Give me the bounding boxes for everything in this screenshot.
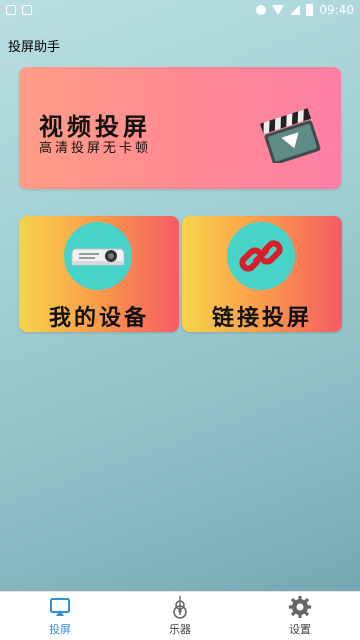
signal-icon [290, 5, 301, 15]
my-devices-tile[interactable]: 我的设备 [19, 216, 179, 332]
nav-item-cast[interactable]: 投屏 [20, 595, 100, 637]
nav-item-instruments[interactable]: 乐器 [140, 595, 220, 637]
clapperboard-icon [260, 108, 321, 163]
status-time: 09:40 [319, 3, 354, 17]
link-icon [239, 240, 283, 272]
my-devices-icon-circle [64, 222, 132, 290]
status-left [6, 5, 32, 15]
nav-label-instruments: 乐器 [169, 623, 191, 636]
cast-icon [50, 598, 70, 616]
video-cast-subtitle: 高清投屏无卡顿 [39, 141, 152, 156]
my-devices-label: 我的设备 [48, 306, 149, 331]
status-right: 09:40 [256, 3, 354, 17]
gear-icon [289, 596, 311, 618]
projector-icon [71, 248, 125, 266]
bottom-nav: 投屏 乐器 设置 [0, 591, 360, 640]
nav-label-cast: 投屏 [49, 623, 71, 636]
nav-label-settings: 设置 [289, 623, 311, 636]
dnd-icon [256, 5, 267, 15]
link-cast-label: 链接投屏 [211, 306, 312, 331]
video-cast-card[interactable]: 视频投屏 高清投屏无卡顿 [19, 67, 341, 189]
battery-icon [306, 4, 314, 16]
page-title: 投屏助手 [8, 40, 61, 55]
link-cast-tile[interactable]: 链接投屏 [182, 216, 342, 332]
link-cast-icon-circle [227, 222, 295, 290]
image-notification-icon [6, 5, 16, 15]
status-bar: 09:40 [0, 0, 360, 20]
wifi-icon [272, 5, 285, 15]
nav-item-settings[interactable]: 设置 [260, 595, 340, 637]
guitar-icon [173, 596, 187, 619]
app-notification-icon [22, 5, 32, 15]
